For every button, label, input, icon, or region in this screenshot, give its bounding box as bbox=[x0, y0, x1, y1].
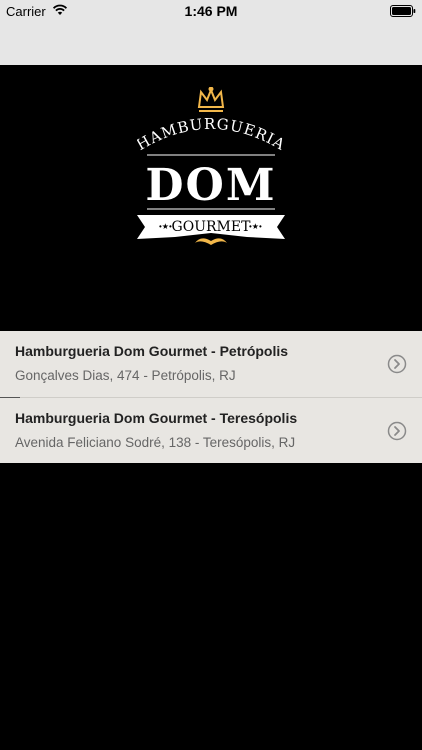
brand-logo: HAMBURGUERIA DOM GOURMET •★• •★• bbox=[133, 86, 288, 247]
chevron-right-icon[interactable] bbox=[387, 421, 407, 441]
svg-text:HAMBURGUERIA: HAMBURGUERIA bbox=[137, 115, 285, 154]
logo-line2: DOM bbox=[145, 160, 276, 211]
list-item[interactable]: Hamburgueria Dom Gourmet - Petrópolis Go… bbox=[0, 331, 422, 397]
clock: 1:46 PM bbox=[184, 3, 238, 19]
list-item[interactable]: Hamburgueria Dom Gourmet - Teresópolis A… bbox=[0, 397, 422, 463]
svg-text:•★•: •★• bbox=[249, 222, 262, 231]
location-name: Hamburgueria Dom Gourmet - Teresópolis bbox=[15, 410, 298, 426]
mustache-icon bbox=[195, 238, 227, 245]
svg-text:•★•: •★• bbox=[159, 222, 172, 231]
location-address: Avenida Feliciano Sodré, 138 - Teresópol… bbox=[15, 435, 296, 450]
navigation-bar bbox=[0, 22, 422, 65]
location-name: Hamburgueria Dom Gourmet - Petrópolis bbox=[15, 343, 289, 359]
logo-line3: GOURMET bbox=[172, 219, 252, 235]
battery-icon bbox=[390, 5, 416, 17]
location-list: Hamburgueria Dom Gourmet - Petrópolis Go… bbox=[0, 331, 422, 463]
logo-line1: HAMBURGUERIA bbox=[133, 115, 287, 154]
chevron-right-icon[interactable] bbox=[387, 354, 407, 374]
status-bar: Carrier 1:46 PM bbox=[0, 0, 422, 22]
crown-icon bbox=[197, 86, 225, 112]
divider bbox=[0, 397, 20, 398]
location-address: Gonçalves Dias, 474 - Petrópolis, RJ bbox=[15, 368, 236, 383]
hero-banner: HAMBURGUERIA DOM GOURMET •★• •★• bbox=[0, 65, 422, 331]
